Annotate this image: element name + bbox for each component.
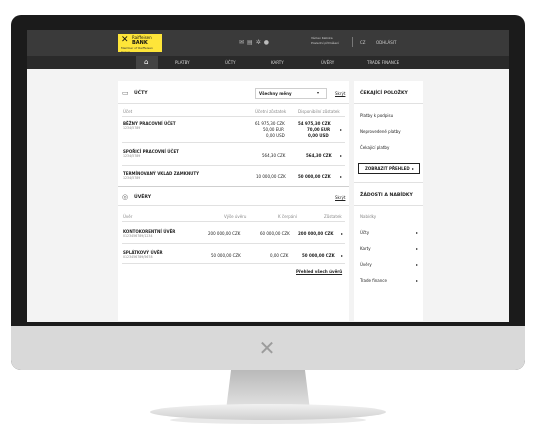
divider: [354, 103, 423, 104]
requests-item[interactable]: Účty: [360, 230, 369, 235]
chevron-right-icon: ▸: [416, 278, 419, 283]
wallet-icon: ▭: [122, 89, 129, 97]
currency-select[interactable]: Všechny měny ▾: [255, 88, 327, 99]
show-overview-label: ZOBRAZIT PŘEHLED: [365, 166, 410, 171]
loan-limit: 200 000,00 CZK: [208, 231, 241, 236]
requests-item[interactable]: Trade finance: [360, 278, 387, 283]
sidebar: ČEKAJÍCÍ POLOŽKY Platby k podpisu Neprov…: [354, 81, 423, 321]
nav-item-payments[interactable]: PLATBY: [175, 60, 190, 65]
loans-hide-link[interactable]: Skrýt: [335, 195, 345, 200]
pending-title: ČEKAJÍCÍ POLOŽKY: [360, 91, 408, 96]
toolbar-icons: ✉▤✲●: [239, 39, 272, 46]
chevron-right-icon: ▸: [416, 246, 419, 251]
divider: [122, 263, 345, 264]
language-switch[interactable]: CZ: [360, 40, 366, 45]
main-nav: ⌂ PLATBY ÚČTY KARTY ÚVĚRY TRADE FINANCE: [27, 56, 509, 69]
nav-item-trade-finance[interactable]: TRADE FINANCE: [367, 60, 399, 65]
account-number: 1234/5789: [123, 154, 141, 158]
pending-item[interactable]: Čekající platby: [360, 145, 389, 150]
user-info[interactable]: Václav Kalinka Poslední přihlášení: [311, 36, 339, 46]
available-value: 50 000,00 CZK: [298, 174, 331, 179]
divider: [118, 205, 349, 206]
account-number: 1234/5789: [123, 176, 141, 180]
nav-item-accounts[interactable]: ÚČTY: [225, 60, 236, 65]
requests-item[interactable]: Nabídky: [360, 214, 376, 219]
available-value: 54 975,30 CZK: [298, 121, 331, 126]
monitor-stand-base: [150, 404, 386, 420]
main-panel: ▭ ÚČTY Všechny měny ▾ Skrýt Účet Účetní …: [118, 81, 349, 321]
loan-limit: 50 000,00 CZK: [211, 253, 241, 258]
chevron-right-icon[interactable]: ▸: [340, 153, 342, 158]
screen: ✕ Raiffeisen BANK Member of Raiffeisen G…: [27, 30, 509, 322]
chevron-right-icon: ▸: [416, 230, 419, 235]
chevron-right-icon: ▸: [416, 262, 419, 267]
balance-value: 564,30 CZK: [262, 153, 286, 158]
balance-value: 61 975,30 CZK: [255, 121, 285, 126]
chevron-down-icon: ▾: [317, 90, 320, 95]
loan-number: 0123456789/5678: [123, 255, 153, 259]
balance-value: 0,00 USD: [266, 133, 285, 138]
loan-number: 0123456789/1234: [123, 234, 153, 238]
col-limit: Výše úvěru: [224, 214, 247, 219]
accounts-title: ÚČTY: [134, 91, 148, 96]
chevron-right-icon[interactable]: ▸: [340, 174, 342, 179]
accounts-hide-link[interactable]: Skrýt: [335, 91, 345, 96]
divider: [122, 221, 345, 222]
nav-item-cards[interactable]: KARTY: [271, 60, 284, 65]
requests-title: ŽÁDOSTI A NABÍDKY: [360, 193, 413, 198]
loans-title: ÚVĚRY: [134, 195, 152, 200]
loan-total: 50 000,00 CZK: [302, 253, 335, 258]
divider: [354, 182, 423, 183]
mail-icon[interactable]: ✉: [239, 39, 247, 46]
chevron-right-icon: ▸: [412, 166, 415, 171]
loan-repay: 0,00 CZK: [270, 253, 289, 258]
col-account: Účet: [123, 109, 133, 114]
divider: [122, 165, 345, 166]
top-bar: ✕ Raiffeisen BANK Member of Raiffeisen G…: [27, 30, 509, 56]
col-loan: Úvěr: [123, 214, 133, 219]
last-login: Poslední přihlášení: [311, 41, 340, 45]
loan-repay: 60 000,00 CZK: [260, 231, 290, 236]
settings-icon[interactable]: ✲: [256, 39, 264, 46]
raiffeisen-logo-icon: ✕: [121, 35, 129, 45]
requests-item[interactable]: Úvěry: [360, 262, 372, 267]
show-overview-button[interactable]: ZOBRAZIT PŘEHLED ▸: [358, 163, 420, 174]
logo-subtext: Member of Raiffeisen Group: [121, 46, 153, 54]
col-total: Zůstatek: [324, 214, 342, 219]
info-icon[interactable]: ●: [264, 39, 272, 46]
home-icon[interactable]: ⌂: [144, 58, 148, 66]
divider: [122, 142, 345, 143]
chevron-right-icon[interactable]: ▸: [340, 127, 342, 132]
pending-item[interactable]: Platby k podpisu: [360, 113, 393, 118]
divider: [352, 37, 353, 47]
divider: [118, 186, 349, 187]
bank-logo[interactable]: ✕ Raiffeisen BANK Member of Raiffeisen G…: [118, 34, 162, 54]
divider: [122, 243, 345, 244]
logout-link[interactable]: ODHLÁSIT: [376, 40, 396, 45]
available-value: 70,00 EUR: [307, 127, 331, 132]
pending-item[interactable]: Neprovedené platby: [360, 129, 401, 134]
balance-value: 10 000,00 CZK: [256, 174, 286, 179]
requests-item[interactable]: Karty: [360, 246, 371, 251]
currency-select-value: Všechny měny: [259, 91, 292, 96]
balance-value: 50,00 EUR: [263, 127, 284, 132]
divider: [122, 116, 345, 117]
chevron-right-icon[interactable]: ▸: [341, 253, 343, 258]
document-icon[interactable]: ▤: [247, 39, 256, 46]
col-available: Disponibilní zůstatek: [298, 109, 340, 114]
loan-total: 200 000,00 CZK: [298, 231, 334, 236]
loan-icon: ◎: [122, 193, 129, 201]
nav-item-loans[interactable]: ÚVĚRY: [321, 60, 334, 65]
all-loans-link[interactable]: Přehled všech úvěrů: [296, 269, 342, 274]
available-value: 564,30 CZK: [306, 153, 332, 158]
col-repay: K čerpání: [278, 214, 297, 219]
raiffeisen-mark-icon: ✕: [258, 336, 276, 360]
available-value: 0,00 USD: [308, 133, 329, 138]
chevron-right-icon[interactable]: ▸: [341, 231, 343, 236]
account-number: 1234/5789: [123, 126, 141, 130]
divider: [118, 103, 349, 104]
col-balance: Účetní zůstatek: [255, 109, 287, 114]
divider: [354, 205, 423, 206]
